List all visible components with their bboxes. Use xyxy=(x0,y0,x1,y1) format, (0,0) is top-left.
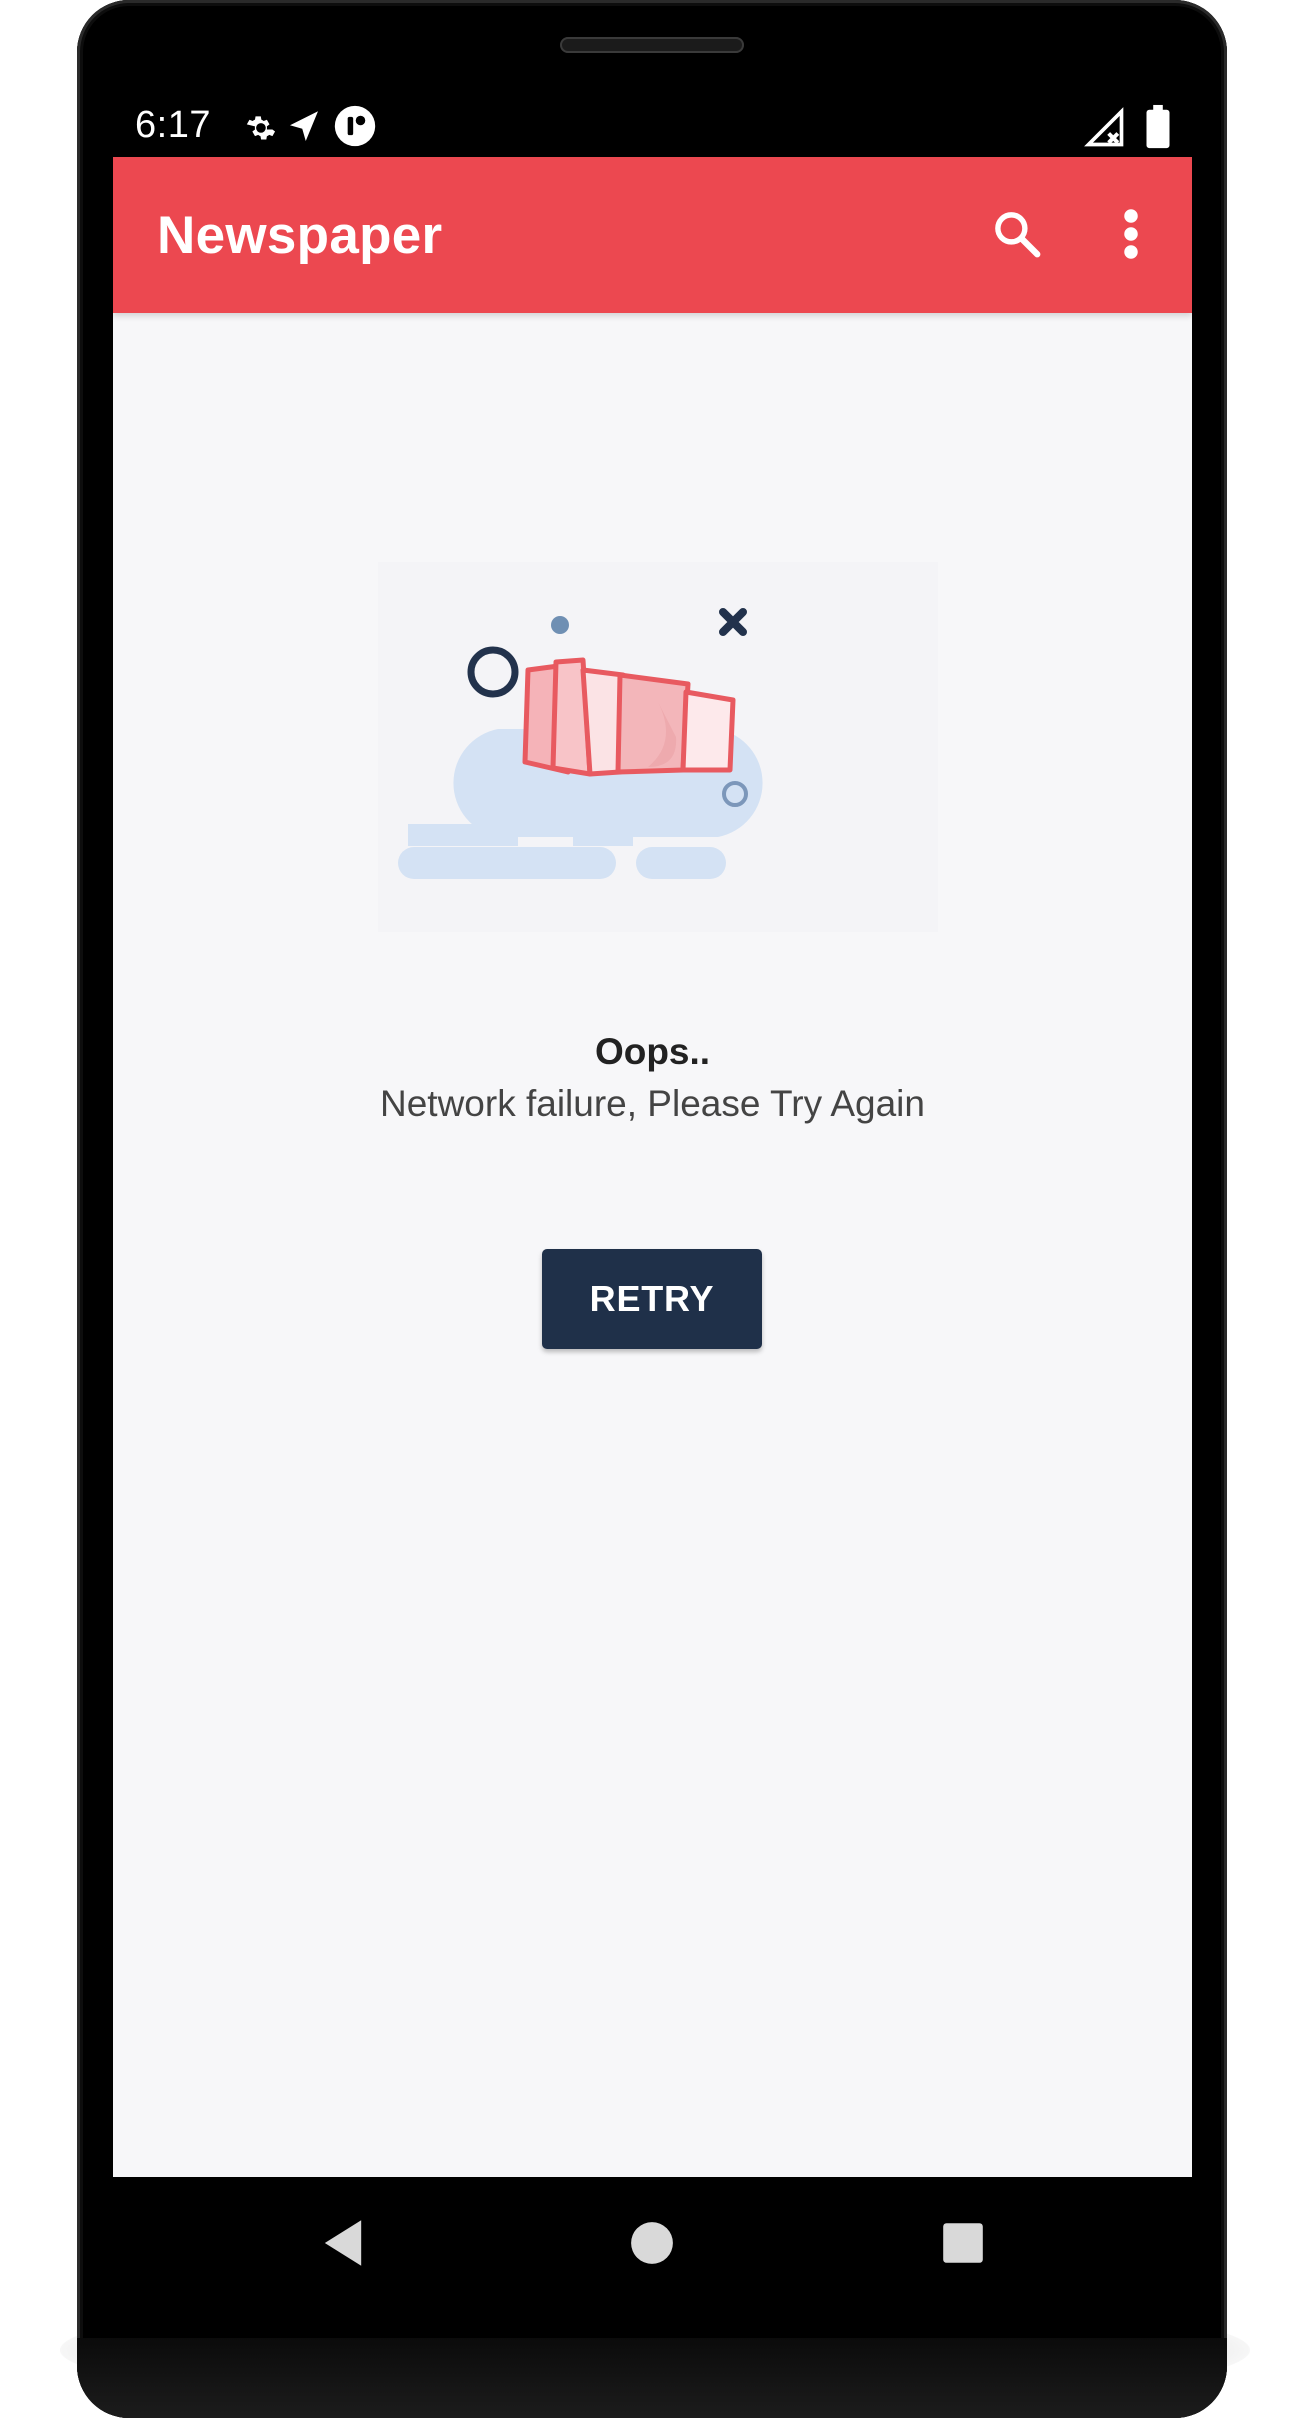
search-icon[interactable] xyxy=(982,199,1052,269)
stage: 6:17 Newspaper Oops.. Network failure, P… xyxy=(0,0,1305,2430)
status-bar: 6:17 xyxy=(113,100,1192,156)
app-screen: Newspaper Oops.. Network failure, Please… xyxy=(113,157,1192,2177)
signal-no-service-icon xyxy=(1083,106,1127,155)
battery-icon xyxy=(1143,104,1173,155)
broken-newspaper-illustration xyxy=(378,562,938,932)
more-vert-icon[interactable] xyxy=(1096,199,1166,269)
system-nav-bar xyxy=(113,2178,1192,2308)
error-title: Oops.. xyxy=(594,1031,711,1072)
home-icon[interactable] xyxy=(617,2208,687,2278)
app-bar: Newspaper xyxy=(113,157,1192,313)
retry-button[interactable]: RETRY xyxy=(542,1249,762,1349)
recents-icon[interactable] xyxy=(928,2208,998,2278)
error-message: Network failure, Please Try Again xyxy=(380,1083,925,1124)
phone-chin xyxy=(77,2338,1227,2418)
back-icon[interactable] xyxy=(308,2208,378,2278)
earpiece-speaker xyxy=(560,37,744,53)
location-icon xyxy=(283,106,325,153)
app-title: Newspaper xyxy=(157,206,443,265)
settings-icon xyxy=(241,108,281,153)
app-notification-icon xyxy=(333,104,377,153)
status-time: 6:17 xyxy=(135,104,211,146)
